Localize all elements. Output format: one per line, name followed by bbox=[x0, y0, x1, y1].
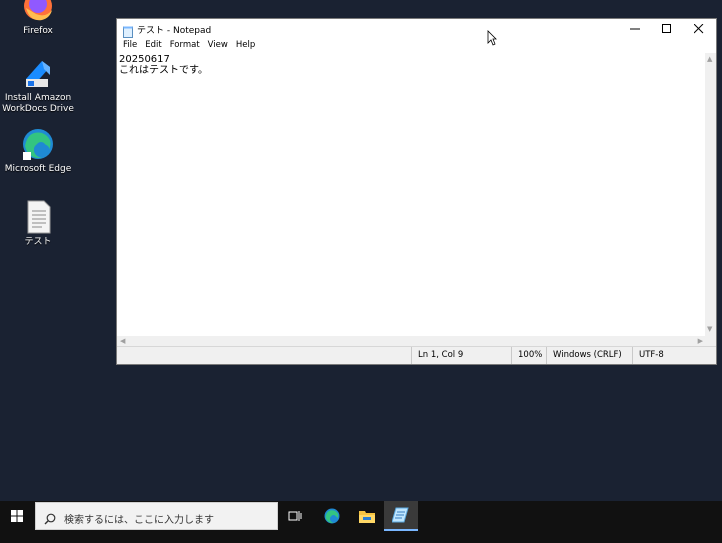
menu-file[interactable]: File bbox=[119, 39, 141, 53]
status-bar: Ln 1, Col 9 100% Windows (CRLF) UTF-8 bbox=[117, 346, 716, 364]
text-editor[interactable]: 20250617 これはテストです。 bbox=[117, 53, 706, 355]
vertical-scrollbar[interactable]: ▲ ▼ bbox=[705, 53, 716, 336]
start-button[interactable] bbox=[0, 501, 34, 531]
menu-view[interactable]: View bbox=[204, 39, 232, 53]
status-zoom: 100% bbox=[511, 347, 546, 364]
taskbar-edge-button[interactable] bbox=[315, 501, 349, 531]
scroll-down-icon[interactable]: ▼ bbox=[707, 326, 712, 333]
desktop-icon-workdocs[interactable]: Install Amazon WorkDocs Drive bbox=[0, 55, 76, 115]
scroll-left-icon[interactable]: ◀ bbox=[120, 338, 125, 345]
taskbar-notepad-button[interactable] bbox=[384, 501, 418, 531]
scroll-right-icon[interactable]: ▶ bbox=[698, 338, 703, 345]
desktop-icon-edge[interactable]: Microsoft Edge bbox=[0, 126, 76, 175]
workdocs-icon bbox=[20, 55, 56, 91]
menu-help[interactable]: Help bbox=[232, 39, 259, 53]
maximize-icon bbox=[662, 24, 671, 33]
taskbar: 検索するには、ここに入力します bbox=[0, 501, 722, 543]
title-bar[interactable]: テスト - Notepad bbox=[117, 19, 716, 39]
windows-logo-icon bbox=[11, 510, 23, 522]
desktop-icon-label: Microsoft Edge bbox=[4, 164, 72, 174]
notepad-icon bbox=[392, 507, 409, 523]
minimize-icon bbox=[630, 28, 640, 30]
close-button[interactable] bbox=[683, 19, 715, 39]
text-file-icon bbox=[20, 199, 56, 235]
scroll-up-icon[interactable]: ▲ bbox=[707, 56, 712, 63]
search-icon bbox=[44, 510, 56, 529]
menu-edit[interactable]: Edit bbox=[141, 39, 165, 53]
maximize-button[interactable] bbox=[651, 19, 683, 39]
edge-icon bbox=[20, 126, 56, 162]
close-icon bbox=[694, 24, 704, 34]
file-explorer-icon bbox=[359, 511, 375, 523]
desktop-icon-label: Firefox bbox=[23, 26, 53, 36]
status-line-ending: Windows (CRLF) bbox=[546, 347, 632, 364]
status-cursor-position: Ln 1, Col 9 bbox=[411, 347, 511, 364]
desktop-icon-test-file[interactable]: テスト bbox=[0, 199, 76, 248]
edge-icon bbox=[324, 508, 340, 524]
desktop-icon-firefox[interactable]: Firefox bbox=[0, 0, 76, 37]
notepad-window[interactable]: テスト - Notepad File Edit Format View Help… bbox=[116, 18, 717, 365]
firefox-icon bbox=[20, 0, 56, 24]
desktop-icon-label: テスト bbox=[24, 237, 52, 247]
taskbar-search-box[interactable]: 検索するには、ここに入力します bbox=[35, 502, 278, 530]
search-placeholder: 検索するには、ここに入力します bbox=[64, 515, 214, 526]
notepad-icon bbox=[123, 23, 133, 38]
mouse-cursor-icon bbox=[487, 30, 497, 50]
desktop-icon-label: Install Amazon WorkDocs Drive bbox=[2, 93, 74, 114]
window-title: テスト - Notepad bbox=[137, 26, 212, 36]
text-line: 20250617 bbox=[119, 54, 170, 65]
menu-bar: File Edit Format View Help bbox=[117, 39, 716, 53]
status-encoding: UTF-8 bbox=[632, 347, 706, 364]
minimize-button[interactable] bbox=[619, 19, 651, 39]
task-view-button[interactable] bbox=[278, 501, 312, 531]
text-line: これはテストです。 bbox=[119, 65, 208, 76]
menu-format[interactable]: Format bbox=[166, 39, 204, 53]
taskbar-file-explorer-button[interactable] bbox=[350, 501, 384, 531]
task-view-icon bbox=[288, 511, 302, 521]
